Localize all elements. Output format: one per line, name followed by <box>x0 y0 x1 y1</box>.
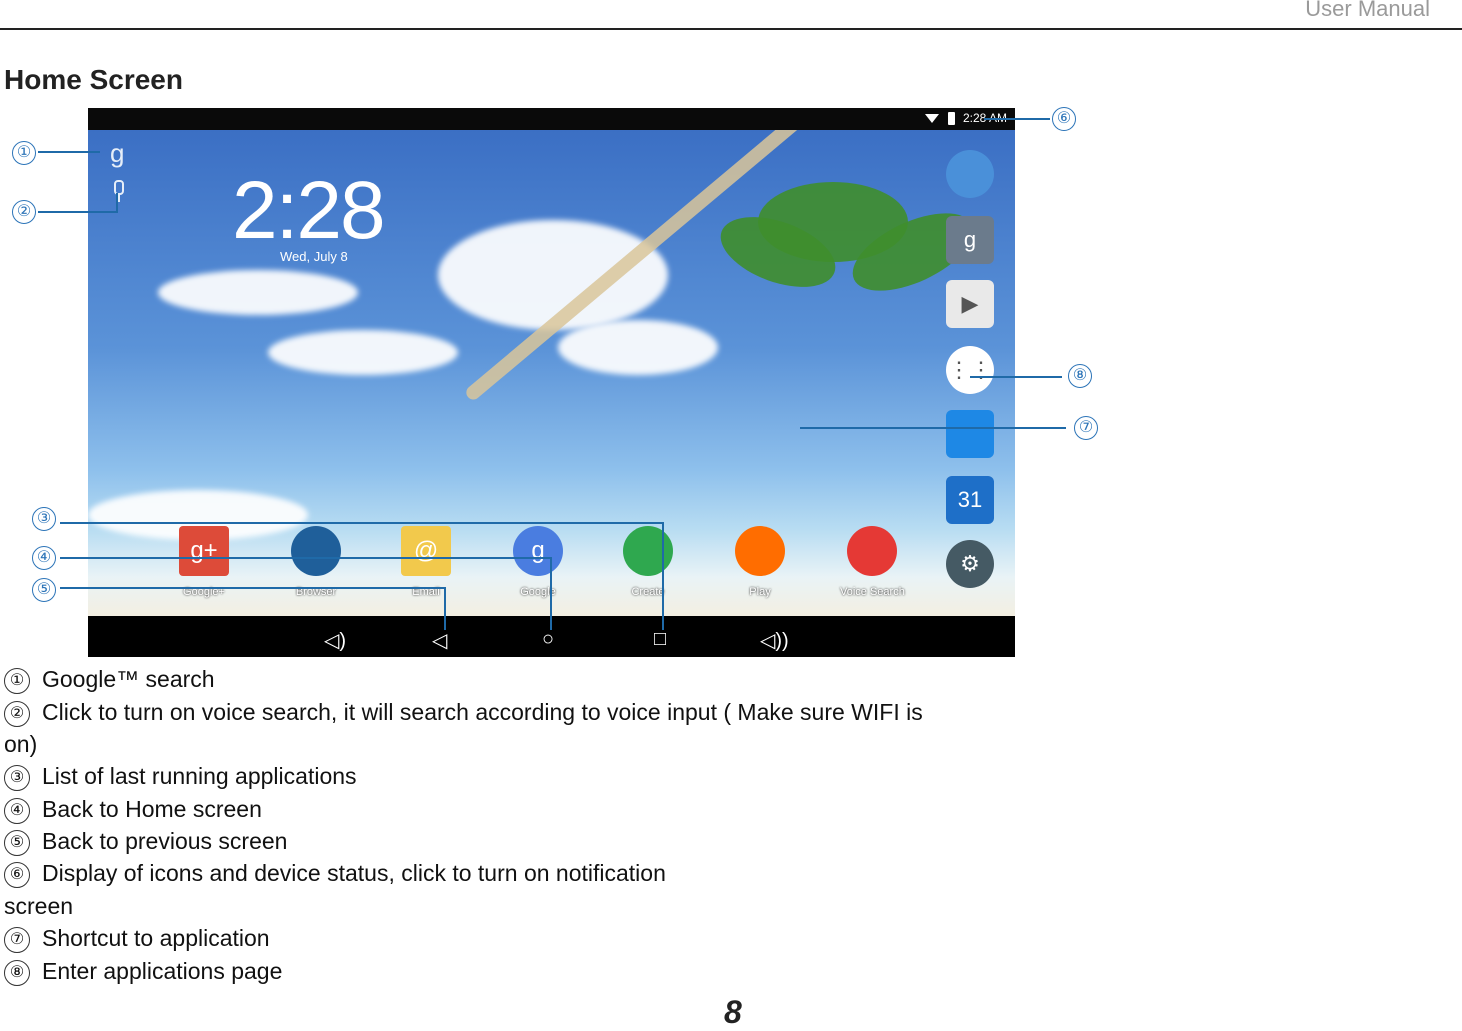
legend-item: ③ List of last running applications <box>4 763 357 791</box>
back-icon[interactable]: ◁ <box>432 628 447 653</box>
settings-icon[interactable]: ⚙ <box>946 540 994 588</box>
legend-item: screen <box>4 893 73 920</box>
callout-4: ④ <box>32 546 56 570</box>
legend-text: Display of icons and device status, clic… <box>42 860 666 886</box>
globe-icon <box>291 526 341 576</box>
legend-text: Click to turn on voice search, it will s… <box>42 699 923 725</box>
google-icon: g <box>513 526 563 576</box>
callout-8: ⑧ <box>1068 364 1092 388</box>
callout-1: ① <box>12 141 36 165</box>
battery-icon <box>948 112 955 125</box>
google-search-icon[interactable]: g <box>110 138 124 169</box>
callout-6: ⑥ <box>1052 107 1076 131</box>
app-microphone[interactable]: Voice Search <box>840 526 905 598</box>
callout-7: ⑦ <box>1074 416 1098 440</box>
header-rule <box>0 28 1462 30</box>
drive-icon <box>623 526 673 576</box>
google-plus-icon: g+ <box>179 526 229 576</box>
clock-widget[interactable]: 2:28 <box>232 164 386 258</box>
legend-text: Enter applications page <box>42 958 283 984</box>
legend-item: ② Click to turn on voice search, it will … <box>4 699 923 727</box>
legend-item: ④ Back to Home screen <box>4 796 262 824</box>
legend-item: ⑥ Display of icons and device status, cli… <box>4 860 666 888</box>
legend-number: ⑦ <box>4 927 30 953</box>
legend-number: ⑤ <box>4 830 30 856</box>
envelope-icon: @ <box>401 526 451 576</box>
legend-text: Back to previous screen <box>42 828 288 854</box>
section-title: Home Screen <box>4 64 183 95</box>
legend-item: ⑦ Shortcut to application <box>4 925 270 953</box>
legend-item: ⑤ Back to previous screen <box>4 828 287 856</box>
date-label: Wed, July 8 <box>280 249 348 264</box>
legend-text: List of last running applications <box>42 763 357 789</box>
microphone-icon <box>847 526 897 576</box>
app-drive[interactable]: Create <box>616 526 680 598</box>
legend-number: ⑧ <box>4 960 30 986</box>
legend-number: ④ <box>4 798 30 824</box>
app-play-music[interactable]: Play <box>728 526 792 598</box>
legend-text: Back to Home screen <box>42 796 262 822</box>
recents-icon[interactable]: □ <box>654 628 666 651</box>
home-icon[interactable]: ○ <box>542 628 554 651</box>
volume-down-icon[interactable]: ◁) <box>324 628 346 653</box>
legend-text: screen <box>4 893 74 919</box>
app-drawer-icon[interactable]: ⋮⋮ <box>946 346 994 394</box>
app-google[interactable]: g Google <box>506 526 570 598</box>
legend-item: ① Google™ search <box>4 666 215 694</box>
doc-header-title: User Manual <box>1305 0 1430 21</box>
play-music-icon <box>735 526 785 576</box>
status-bar[interactable]: 2:28 AM <box>88 108 1015 130</box>
app-label: Google <box>520 586 556 598</box>
wifi-icon <box>925 114 939 123</box>
contacts-icon[interactable] <box>946 410 994 458</box>
legend-number: ② <box>4 701 30 727</box>
app-label: Play <box>749 586 771 598</box>
legend-number: ① <box>4 668 30 694</box>
app-label: Voice Search <box>840 586 905 598</box>
page-number: 8 <box>724 994 742 1030</box>
legend-text: on) <box>4 731 38 757</box>
legend-number: ③ <box>4 765 30 791</box>
volume-up-icon[interactable]: ◁)) <box>760 628 789 653</box>
legend-text: Shortcut to application <box>42 925 270 951</box>
callout-2: ② <box>12 200 36 224</box>
calendar-icon[interactable]: 31 <box>946 476 994 524</box>
legend-item: on) <box>4 731 37 758</box>
google-settings-icon[interactable]: g <box>946 216 994 264</box>
legend-text: Google™ search <box>42 666 215 692</box>
callout-3: ③ <box>32 507 56 531</box>
callout-5: ⑤ <box>32 578 56 602</box>
play-store-icon[interactable]: ▶ <box>946 280 994 328</box>
legend-number: ⑥ <box>4 862 30 888</box>
app-label: Create <box>631 586 665 598</box>
legend-item: ⑧ Enter applications page <box>4 958 282 986</box>
chrome-icon[interactable] <box>946 150 994 198</box>
